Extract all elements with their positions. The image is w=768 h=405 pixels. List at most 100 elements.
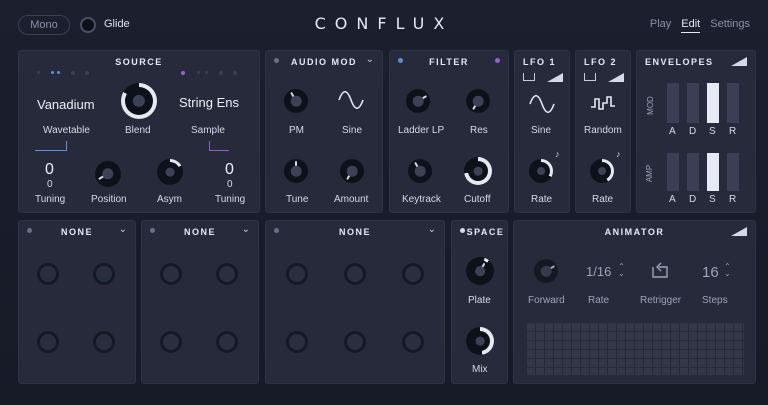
mod-attack-bar[interactable]: [667, 83, 679, 123]
slot2-knob-4[interactable]: [216, 331, 238, 353]
cutoff-knob[interactable]: [464, 157, 492, 185]
slot3-knob-5[interactable]: [344, 331, 366, 353]
lfo1-shape-label: Sine: [531, 125, 552, 136]
slot1-title[interactable]: NONE: [19, 227, 135, 237]
position-knob[interactable]: [95, 161, 121, 187]
tuning-b-label: Tuning: [215, 194, 246, 205]
lfo1-note-icon[interactable]: ♪: [555, 149, 560, 159]
source-b-type[interactable]: Sample: [191, 125, 225, 136]
glide-label: Glide: [104, 18, 130, 30]
filter-type-knob[interactable]: [406, 89, 430, 113]
forward-knob[interactable]: [534, 259, 558, 283]
source-a-dots-icon[interactable]: [37, 71, 97, 77]
retrigger-label: Retrigger: [640, 295, 682, 306]
tuning-a-value[interactable]: 0: [45, 161, 54, 179]
slot2-knob-1[interactable]: [160, 263, 182, 285]
amp-release-bar[interactable]: [727, 153, 739, 191]
slot2-knob-3[interactable]: [160, 331, 182, 353]
source-a-bracket: [35, 141, 67, 151]
res-knob[interactable]: [466, 89, 490, 113]
source-a-wave[interactable]: Vanadium: [37, 97, 95, 112]
mod-env-label: MOD: [645, 96, 655, 115]
animator-step-grid[interactable]: [526, 322, 744, 375]
source-b-wave[interactable]: String Ens: [179, 95, 239, 110]
sine-wave-icon[interactable]: [338, 91, 364, 109]
audio-mod-chevron-down-icon[interactable]: ⌄: [366, 54, 374, 65]
tuning-a-fine[interactable]: 0: [47, 179, 53, 190]
keytrack-knob[interactable]: [408, 159, 432, 183]
nav-settings[interactable]: Settings: [710, 18, 750, 33]
filter-title: FILTER: [429, 57, 469, 67]
slot1-knob-4[interactable]: [93, 331, 115, 353]
slot2-knob-2[interactable]: [216, 263, 238, 285]
lfo2-note-icon[interactable]: ♪: [616, 149, 621, 159]
lfo1-ramp-icon[interactable]: [547, 73, 563, 82]
lfo2-rate-knob[interactable]: [590, 159, 614, 183]
slot2-chevron-down-icon[interactable]: ⌄: [242, 224, 250, 235]
amp-attack-bar[interactable]: [667, 153, 679, 191]
slot3-knob-3[interactable]: [402, 263, 424, 285]
retrigger-icon[interactable]: [650, 261, 670, 279]
rate-stepper-icon[interactable]: ⌃ ⌄: [618, 263, 625, 278]
fx-slot-1-panel: NONE ⌄: [18, 220, 136, 384]
amp-a-label: A: [669, 194, 676, 205]
lfo1-rate-knob[interactable]: [529, 159, 553, 183]
glide-toggle[interactable]: [80, 17, 96, 33]
mod-sustain-bar[interactable]: [707, 83, 719, 123]
mod-s-label: S: [709, 126, 716, 137]
slot1-knob-3[interactable]: [37, 331, 59, 353]
mod-decay-bar[interactable]: [687, 83, 699, 123]
amount-knob[interactable]: [340, 159, 364, 183]
amp-decay-bar[interactable]: [687, 153, 699, 191]
lfo2-random-icon[interactable]: [590, 95, 616, 113]
source-a-type[interactable]: Wavetable: [43, 125, 90, 136]
slot1-chevron-down-icon[interactable]: ⌄: [119, 224, 127, 235]
slot3-knob-1[interactable]: [286, 263, 308, 285]
tune-knob[interactable]: [284, 159, 308, 183]
amp-sustain-bar[interactable]: [707, 153, 719, 191]
blend-knob[interactable]: [121, 83, 157, 119]
nav-play[interactable]: Play: [650, 18, 671, 33]
steps-value[interactable]: 16: [702, 264, 719, 281]
nav-edit[interactable]: Edit: [681, 18, 701, 33]
lfo2-panel: LFO 2 Random ♪ Rate: [575, 50, 631, 213]
mod-r-label: R: [729, 126, 737, 137]
lfo1-panel: LFO 1 Sine ♪ Rate: [514, 50, 570, 213]
amp-env-label: AMP: [645, 164, 655, 183]
envelopes-panel: ENVELOPES MOD A D S R AMP A D S R: [636, 50, 756, 213]
pm-knob[interactable]: [284, 89, 308, 113]
envelopes-ramp-icon[interactable]: [731, 57, 747, 66]
position-label: Position: [91, 194, 127, 205]
slot3-title[interactable]: NONE: [266, 227, 444, 237]
slot1-knob-1[interactable]: [37, 263, 59, 285]
asym-knob[interactable]: [157, 159, 183, 185]
filter-type-label[interactable]: Ladder LP: [398, 125, 444, 136]
tuning-b-value[interactable]: 0: [225, 161, 234, 179]
header: Mono Glide CONFLUX Play Edit Settings: [0, 0, 768, 48]
lfo1-sine-icon[interactable]: [529, 95, 555, 113]
space-panel: SPACE Plate Mix: [451, 220, 508, 384]
slot3-chevron-down-icon[interactable]: ⌄: [428, 224, 436, 235]
lfo1-retrigger-icon[interactable]: [523, 73, 535, 81]
slot3-knob-4[interactable]: [286, 331, 308, 353]
slot3-knob-2[interactable]: [344, 263, 366, 285]
space-type-knob[interactable]: [466, 257, 494, 285]
lfo2-ramp-icon[interactable]: [608, 73, 624, 82]
mix-knob[interactable]: [466, 327, 494, 355]
tuning-b-fine[interactable]: 0: [227, 179, 233, 190]
mono-button[interactable]: Mono: [18, 15, 70, 35]
steps-stepper-icon[interactable]: ⌃ ⌄: [724, 263, 731, 278]
space-title: SPACE: [466, 227, 505, 237]
rate-label: Rate: [588, 295, 610, 306]
slot3-knob-6[interactable]: [402, 331, 424, 353]
mod-d-label: D: [689, 126, 697, 137]
amp-r-label: R: [729, 194, 737, 205]
lfo2-retrigger-icon[interactable]: [584, 73, 596, 81]
slot2-title[interactable]: NONE: [142, 227, 258, 237]
mod-release-bar[interactable]: [727, 83, 739, 123]
rate-value[interactable]: 1/16: [586, 264, 611, 279]
slot1-knob-2[interactable]: [93, 263, 115, 285]
animator-ramp-icon[interactable]: [731, 227, 747, 236]
amp-d-label: D: [689, 194, 697, 205]
source-b-dots-icon[interactable]: [181, 71, 245, 77]
